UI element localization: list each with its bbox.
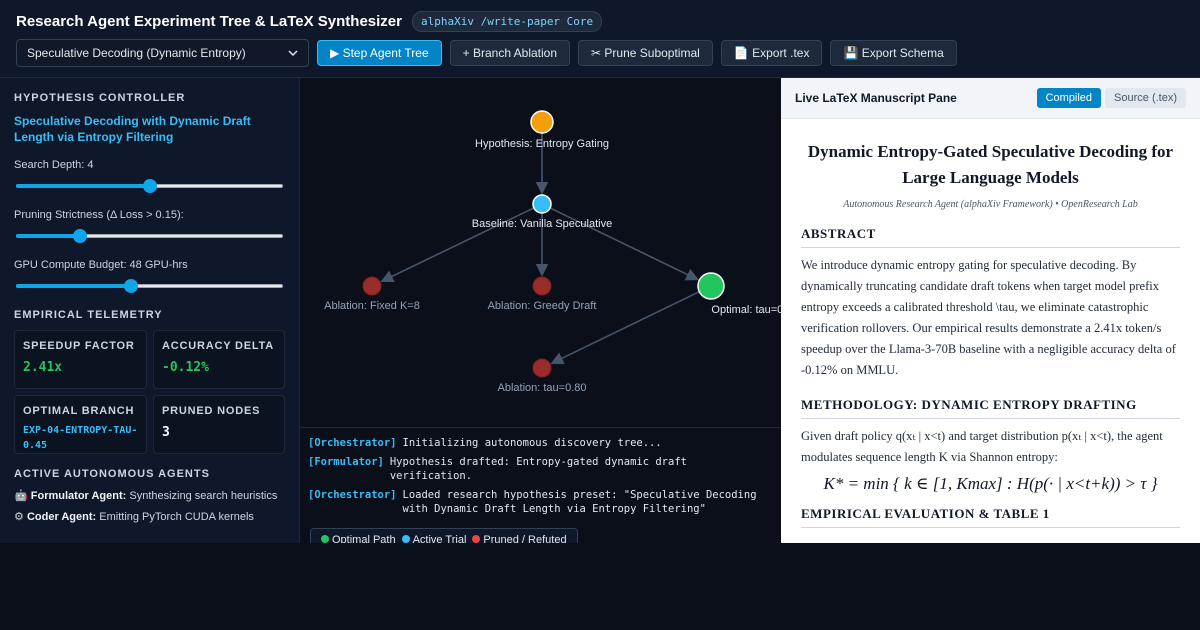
- methodology-body: Given draft policy q(xₜ | x<t) and targe…: [801, 429, 1163, 464]
- agent-task: Emitting PyTorch CUDA kernels: [99, 511, 254, 523]
- accuracy-label: ACCURACY DELTA: [162, 340, 275, 352]
- evaluation-heading: EMPIRICAL EVALUATION & TABLE 1: [801, 506, 1180, 528]
- tree-node-active[interactable]: [532, 194, 552, 214]
- paper-authors: Autonomous Research Agent (alphaXiv Fram…: [843, 199, 1138, 210]
- methodology-heading: METHODOLOGY: DYNAMIC ENTROPY DRAFTING: [801, 397, 1180, 419]
- log-message: Hypothesis drafted: Entropy-gated dynami…: [389, 456, 687, 482]
- slider-thumb[interactable]: [142, 179, 157, 193]
- agent-task: Synthesizing search heuristics: [129, 490, 278, 502]
- slider-thumb[interactable]: [73, 229, 88, 243]
- tree-node-label: Ablation: Greedy Draft: [487, 300, 597, 312]
- speedup-card: SPEEDUP FACTOR 2.41x: [14, 330, 147, 389]
- log-tag: [Orchestrator]: [308, 489, 397, 501]
- optimal-branch-card: OPTIMAL BRANCH EXP-04-ENTROPY-TAU-0.45: [14, 395, 147, 454]
- tab-source[interactable]: Source (.tex): [1105, 88, 1186, 108]
- gear-icon: ⚙: [14, 511, 24, 523]
- tree-node-label: Ablation: Fixed K=8: [324, 300, 420, 312]
- abstract-heading: ABSTRACT: [801, 226, 1180, 248]
- preset-select[interactable]: Speculative Decoding (Dynamic Entropy): [16, 39, 309, 67]
- hypothesis-name: Speculative Decoding with Dynamic Draft …: [14, 114, 251, 144]
- pruned-nodes-label: PRUNED NODES: [162, 405, 261, 417]
- agent-coder: ⚙ Coder Agent: Emitting PyTorch CUDA ker…: [14, 510, 285, 523]
- preset-select-value: Speculative Decoding (Dynamic Entropy): [27, 46, 246, 60]
- tree-node-label: Ablation: tau=0.80: [497, 382, 587, 394]
- experiment-tree: Hypothesis: Entropy Gating Baseline: Vani…: [300, 78, 781, 428]
- log-entry: [Formulator] Hypothesis drafted: Entropy…: [308, 455, 773, 483]
- tab-compiled[interactable]: Compiled: [1036, 88, 1102, 108]
- legend-pruned: Pruned / Refuted: [472, 534, 567, 543]
- paper-title: Dynamic Entropy-Gated Speculative Decodi…: [807, 142, 1174, 187]
- robot-icon: 🤖: [14, 490, 28, 502]
- slider-thumb[interactable]: [123, 279, 138, 293]
- search-depth-label: Search Depth: 4: [14, 159, 94, 171]
- chevron-down-icon: [288, 50, 298, 57]
- log-tag: [Formulator]: [308, 456, 384, 468]
- speedup-label: SPEEDUP FACTOR: [23, 340, 135, 352]
- abstract-body: We introduce dynamic entropy gating for …: [801, 258, 1176, 377]
- log-message: Loaded research hypothesis preset: "Spec…: [402, 489, 757, 515]
- search-depth-slider[interactable]: [14, 179, 285, 193]
- pruning-strictness-slider[interactable]: [14, 229, 285, 243]
- agent-console: [Orchestrator] Initializing autonomous d…: [300, 428, 781, 529]
- tree-node-pruned[interactable]: [532, 358, 552, 378]
- tree-svg: [362, 110, 725, 378]
- latex-pane: Live LaTeX Manuscript Pane Compiled Sour…: [781, 78, 1200, 543]
- view-toggle: Compiled Source (.tex): [1036, 88, 1186, 108]
- export-schema-button[interactable]: 💾 Export Schema: [830, 40, 957, 66]
- agent-formulator: 🤖 Formulator Agent: Synthesizing search …: [14, 489, 285, 502]
- slider-fill: [16, 184, 150, 188]
- tree-node-root[interactable]: [530, 110, 554, 134]
- entropy-equation: K* = min { k ∈ [1, Kmax] : H(p(· | x<t+k…: [823, 474, 1158, 493]
- log-entry: [Orchestrator] Initializing autonomous d…: [308, 436, 773, 450]
- accuracy-value: -0.12%: [162, 360, 209, 375]
- pruning-strictness-label: Pruning Strictness (Δ Loss > 0.15):: [14, 209, 184, 221]
- toolbar: Speculative Decoding (Dynamic Entropy) ▶…: [16, 39, 1184, 67]
- step-agent-tree-button[interactable]: ▶ Step Agent Tree: [317, 40, 442, 66]
- gpu-budget-slider[interactable]: [14, 279, 285, 293]
- app-title: Research Agent Experiment Tree & LaTeX S…: [16, 12, 402, 30]
- tree-legend: Optimal Path Active Trial Pruned / Refut…: [310, 528, 578, 543]
- tree-node-label: Optimal: tau=0.45: [711, 304, 781, 316]
- telemetry-heading: EMPIRICAL TELEMETRY: [14, 309, 163, 321]
- tree-node-pruned[interactable]: [362, 276, 382, 296]
- accuracy-card: ACCURACY DELTA -0.12%: [153, 330, 285, 389]
- slider-fill: [16, 234, 81, 238]
- tree-node-pruned[interactable]: [532, 276, 552, 296]
- speedup-value: 2.41x: [23, 360, 63, 375]
- top-bar: Research Agent Experiment Tree & LaTeX S…: [0, 0, 1200, 78]
- tree-node-label: Hypothesis: Entropy Gating: [475, 138, 609, 150]
- telemetry-grid: SPEEDUP FACTOR 2.41x ACCURACY DELTA -0.1…: [14, 330, 285, 454]
- branch-ablation-button[interactable]: + Branch Ablation: [449, 40, 571, 66]
- slider-fill: [16, 284, 131, 288]
- latex-pane-title: Live LaTeX Manuscript Pane: [795, 91, 957, 105]
- export-tex-button[interactable]: 📄 Export .tex: [720, 40, 823, 66]
- sidebar: HYPOTHESIS CONTROLLER Speculative Decodi…: [0, 78, 300, 543]
- agents-heading: ACTIVE AUTONOMOUS AGENTS: [14, 468, 210, 480]
- manuscript: Dynamic Entropy-Gated Speculative Decodi…: [781, 119, 1200, 543]
- experiment-tree-panel: Hypothesis: Entropy Gating Baseline: Vani…: [300, 78, 781, 543]
- pruned-nodes-value: 3: [162, 425, 170, 440]
- optimal-branch-label: OPTIMAL BRANCH: [23, 405, 135, 417]
- tree-node-optimal[interactable]: [697, 272, 725, 300]
- tree-node-label: Baseline: Vanilla Speculative: [471, 218, 613, 230]
- optimal-branch-value: EXP-04-ENTROPY-TAU-0.45: [23, 425, 138, 451]
- legend-optimal: Optimal Path: [321, 534, 396, 543]
- legend-active: Active Trial: [401, 534, 466, 543]
- core-badge: alphaXiv /write-paper Core: [411, 10, 603, 32]
- log-tag: [Orchestrator]: [308, 437, 397, 449]
- app-root: Research Agent Experiment Tree & LaTeX S…: [0, 0, 1200, 543]
- latex-pane-header: Live LaTeX Manuscript Pane Compiled Sour…: [781, 78, 1200, 119]
- gpu-budget-label: GPU Compute Budget: 48 GPU-hrs: [14, 259, 188, 271]
- agent-name: Formulator Agent:: [30, 490, 127, 502]
- log-entry: [Orchestrator] Loaded research hypothesi…: [308, 488, 773, 516]
- pruned-nodes-card: PRUNED NODES 3: [153, 395, 285, 454]
- hypothesis-controller-heading: HYPOTHESIS CONTROLLER: [14, 92, 186, 104]
- agent-name: Coder Agent:: [26, 511, 97, 523]
- log-message: Initializing autonomous discovery tree..…: [402, 437, 662, 449]
- prune-suboptimal-button[interactable]: ✂ Prune Suboptimal: [578, 40, 713, 66]
